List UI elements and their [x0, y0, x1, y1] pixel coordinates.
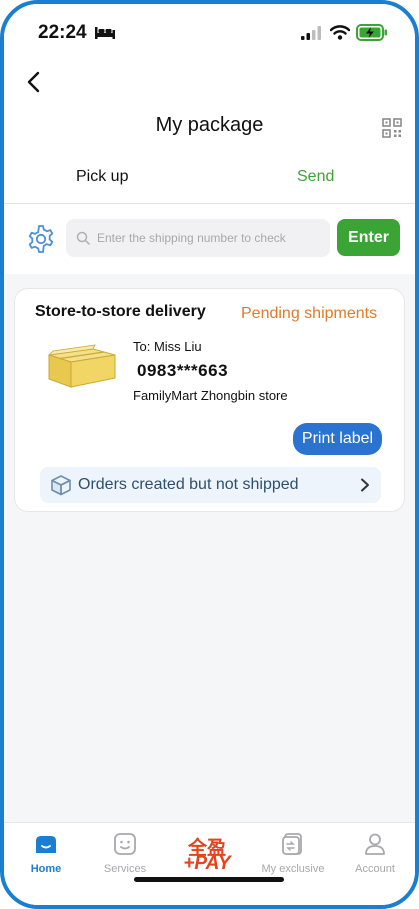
search-placeholder: Enter the shipping number to check	[97, 231, 286, 245]
recipient-phone: 0983***663	[137, 361, 229, 380]
home-icon	[36, 836, 56, 853]
print-label-button[interactable]: Print label	[293, 423, 382, 455]
search-row: Enter the shipping number to check Enter	[4, 216, 415, 260]
destination-store: FamilyMart Zhongbin store	[133, 388, 288, 403]
nav-account-label: Account	[355, 863, 395, 875]
recipient-name: To: Miss Liu	[133, 339, 202, 354]
nav-my-exclusive[interactable]: My exclusive	[258, 831, 328, 879]
nav-services[interactable]: Services	[90, 831, 160, 879]
pay-logo-subtext: +PAY	[183, 853, 231, 874]
page-title: My package	[155, 114, 264, 136]
orders-row-label: Orders created but not shipped	[78, 476, 299, 493]
tab-pick-up[interactable]: Pick up	[76, 168, 128, 186]
bottom-nav: Home Services 全盈 +PAY My exclusive Accou…	[4, 822, 415, 905]
signal-icon	[301, 26, 321, 40]
tab-send[interactable]: Send	[297, 168, 334, 186]
home-indicator	[134, 877, 284, 882]
status-badge: Pending shipments	[241, 305, 378, 322]
cube-box-icon	[51, 475, 71, 496]
nav-account[interactable]: Account	[340, 831, 410, 879]
status-bar: 22:24	[4, 4, 415, 60]
tab-bar: Pick up Send	[4, 154, 415, 204]
nav-pay-logo[interactable]: 全盈 +PAY	[172, 831, 242, 879]
nav-home[interactable]: Home	[11, 831, 81, 879]
account-icon	[365, 833, 385, 855]
phone-frame: 22:24 My package Pick up Send Enter the …	[0, 0, 419, 909]
package-box-icon	[47, 344, 116, 388]
qr-code-icon[interactable]	[382, 118, 402, 138]
search-icon	[76, 231, 90, 245]
top-area: 22:24 My package Pick up Send Enter the …	[4, 4, 415, 274]
nav-home-label: Home	[30, 863, 62, 875]
status-time: 22:24	[38, 22, 87, 43]
gear-icon[interactable]	[26, 224, 56, 254]
shipment-card[interactable]: Store-to-store delivery Pending shipment…	[14, 288, 405, 512]
enter-button[interactable]: Enter	[337, 219, 400, 256]
card-title: Store-to-store delivery	[35, 303, 206, 320]
chevron-right-icon	[361, 478, 369, 492]
wifi-icon	[330, 25, 350, 40]
coupon-icon	[282, 833, 302, 855]
nav-services-label: Services	[103, 863, 147, 875]
shipping-number-search-input[interactable]: Enter the shipping number to check	[66, 219, 330, 257]
nav-my-exclusive-label: My exclusive	[261, 863, 325, 875]
back-arrow-icon[interactable]	[24, 70, 44, 94]
battery-charging-icon	[356, 24, 387, 41]
bed-icon	[95, 27, 115, 39]
orders-not-shipped-row[interactable]: Orders created but not shipped	[40, 467, 381, 503]
services-icon	[114, 833, 136, 855]
